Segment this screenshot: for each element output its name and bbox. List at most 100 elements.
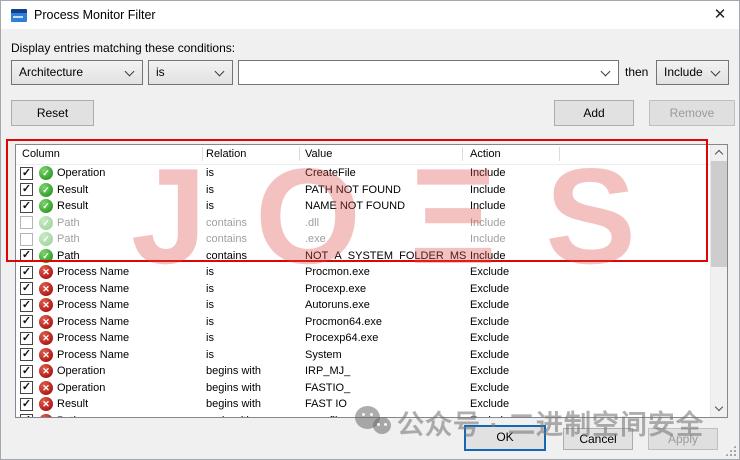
- row-action: Exclude: [470, 266, 560, 278]
- header-separator[interactable]: [299, 147, 300, 161]
- row-column: Path: [57, 415, 206, 417]
- row-column: Result: [57, 200, 206, 212]
- filter-row[interactable]: Result is NAME NOT FOUND Include: [16, 198, 710, 215]
- cancel-button[interactable]: Cancel: [563, 428, 633, 450]
- row-relation: is: [206, 184, 305, 196]
- row-value: Procmon.exe: [305, 266, 470, 278]
- row-action: Exclude: [470, 316, 560, 328]
- then-label: then: [625, 65, 648, 79]
- header-separator[interactable]: [559, 147, 560, 161]
- row-checkbox[interactable]: [20, 183, 33, 196]
- row-value: pagefile.sys: [305, 415, 470, 417]
- close-icon[interactable]: ✕: [707, 4, 733, 25]
- filter-row[interactable]: Operation begins with IRP_MJ_ Exclude: [16, 363, 710, 380]
- add-button[interactable]: Add: [554, 100, 634, 126]
- row-checkbox[interactable]: [20, 299, 33, 312]
- row-relation: is: [206, 167, 305, 179]
- ok-button[interactable]: OK: [464, 425, 546, 451]
- row-checkbox[interactable]: [20, 249, 33, 262]
- scroll-up-icon[interactable]: [711, 145, 728, 161]
- row-action: Exclude: [470, 283, 560, 295]
- exclude-icon: [39, 381, 53, 395]
- row-checkbox[interactable]: [20, 381, 33, 394]
- filter-row[interactable]: Result begins with FAST IO Exclude: [16, 396, 710, 413]
- row-column: Path: [57, 250, 206, 262]
- row-checkbox[interactable]: [20, 315, 33, 328]
- filter-row[interactable]: Path contains NOT_A_SYSTEM_FOLDER_MS Inc…: [16, 248, 710, 265]
- row-checkbox[interactable]: [20, 398, 33, 411]
- row-relation: is: [206, 299, 305, 311]
- row-checkbox[interactable]: [20, 200, 33, 213]
- row-relation: contains: [206, 233, 305, 245]
- filter-row[interactable]: Process Name is Procexp64.exe Exclude: [16, 330, 710, 347]
- filter-row[interactable]: Process Name is Procmon.exe Exclude: [16, 264, 710, 281]
- header-value[interactable]: Value: [305, 148, 332, 160]
- filter-row[interactable]: Process Name is Autoruns.exe Exclude: [16, 297, 710, 314]
- row-action: Include: [470, 233, 560, 245]
- row-column: Operation: [57, 167, 206, 179]
- column-dropdown[interactable]: Architecture: [11, 60, 143, 85]
- exclude-icon: [39, 364, 53, 378]
- filter-row[interactable]: Process Name is Procmon64.exe Exclude: [16, 314, 710, 331]
- row-relation: contains: [206, 217, 305, 229]
- row-checkbox[interactable]: [20, 282, 33, 295]
- filter-row[interactable]: Operation is CreateFile Include: [16, 165, 710, 182]
- row-checkbox[interactable]: [20, 348, 33, 361]
- row-column: Path: [57, 217, 206, 229]
- row-relation: begins with: [206, 382, 305, 394]
- row-checkbox[interactable]: [20, 167, 33, 180]
- row-checkbox[interactable]: [20, 266, 33, 279]
- row-action: Include: [470, 217, 560, 229]
- apply-button[interactable]: Apply: [648, 428, 718, 450]
- reset-button[interactable]: Reset: [11, 100, 94, 126]
- vertical-scrollbar[interactable]: [710, 145, 727, 417]
- remove-button[interactable]: Remove: [649, 100, 735, 126]
- row-column: Process Name: [57, 349, 206, 361]
- row-checkbox[interactable]: [20, 332, 33, 345]
- scrollbar-thumb[interactable]: [711, 161, 728, 267]
- row-checkbox[interactable]: [20, 365, 33, 378]
- row-action: Exclude: [470, 299, 560, 311]
- row-action: Exclude: [470, 349, 560, 361]
- row-column: Result: [57, 398, 206, 410]
- action-dropdown-value: Include: [664, 65, 703, 79]
- row-value: Autoruns.exe: [305, 299, 470, 311]
- filter-row[interactable]: Path ends with pagefile.sys Exclude: [16, 413, 710, 418]
- row-action: Include: [470, 200, 560, 212]
- header-separator[interactable]: [202, 147, 203, 161]
- row-column: Process Name: [57, 283, 206, 295]
- resize-grip[interactable]: [725, 445, 736, 456]
- header-relation[interactable]: Relation: [206, 148, 246, 160]
- header-separator[interactable]: [462, 147, 463, 161]
- include-icon: [39, 249, 53, 263]
- row-value: FAST IO: [305, 398, 470, 410]
- filter-row[interactable]: Path contains .dll Include: [16, 215, 710, 232]
- scroll-down-icon[interactable]: [711, 401, 728, 417]
- row-value: IRP_MJ_: [305, 365, 470, 377]
- exclude-icon: [39, 348, 53, 362]
- filter-row[interactable]: Result is PATH NOT FOUND Include: [16, 182, 710, 199]
- row-column: Operation: [57, 365, 206, 377]
- row-checkbox[interactable]: [20, 414, 33, 417]
- row-relation: is: [206, 349, 305, 361]
- row-value: CreateFile: [305, 167, 470, 179]
- exclude-icon: [39, 298, 53, 312]
- row-relation: begins with: [206, 398, 305, 410]
- filter-row[interactable]: Operation begins with FASTIO_ Exclude: [16, 380, 710, 397]
- row-relation: contains: [206, 250, 305, 262]
- chevron-down-icon: [125, 67, 135, 77]
- relation-dropdown[interactable]: is: [148, 60, 233, 85]
- action-dropdown[interactable]: Include: [656, 60, 729, 85]
- filter-row[interactable]: Process Name is Procexp.exe Exclude: [16, 281, 710, 298]
- filter-row[interactable]: Process Name is System Exclude: [16, 347, 710, 364]
- include-icon: [39, 216, 53, 230]
- row-column: Process Name: [57, 332, 206, 344]
- window-title: Process Monitor Filter: [34, 8, 156, 22]
- filter-row[interactable]: Path contains .exe Include: [16, 231, 710, 248]
- header-column[interactable]: Column: [22, 148, 60, 160]
- chevron-down-icon: [601, 67, 611, 77]
- header-action[interactable]: Action: [470, 148, 501, 160]
- value-combobox[interactable]: [238, 60, 619, 85]
- row-checkbox[interactable]: [20, 216, 33, 229]
- row-checkbox[interactable]: [20, 233, 33, 246]
